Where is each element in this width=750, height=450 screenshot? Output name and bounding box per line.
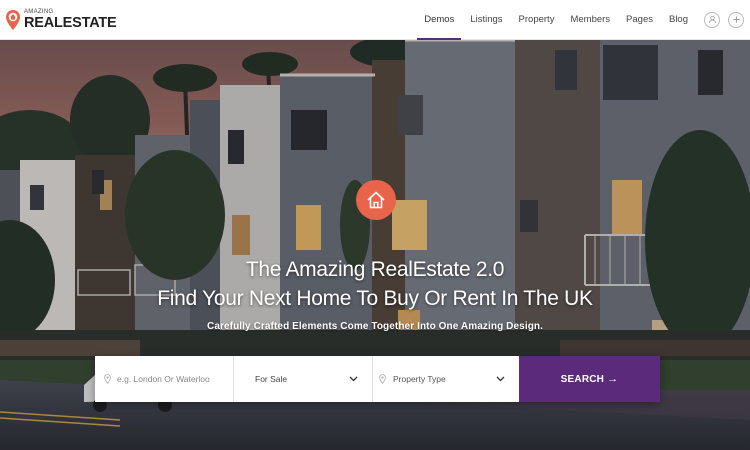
logo-small-text: AMAZING: [24, 8, 54, 15]
nav-item-listings[interactable]: Listings: [462, 0, 510, 40]
site-logo[interactable]: AMAZING REALESTATE: [5, 9, 117, 31]
sale-type-select[interactable]: For Sale: [234, 356, 373, 402]
nav-item-pages[interactable]: Pages: [618, 0, 661, 40]
top-navbar: AMAZING REALESTATE Demos Listings Proper…: [0, 0, 750, 40]
nav-item-property[interactable]: Property: [511, 0, 563, 40]
chevron-down-icon: [496, 376, 505, 382]
property-search-bar: For Sale Property Type SEARCH →: [95, 356, 660, 402]
sale-type-value: For Sale: [255, 374, 288, 384]
search-button[interactable]: SEARCH →: [519, 356, 660, 402]
nav-item-demos[interactable]: Demos: [416, 0, 462, 40]
logo-big-text: REALESTATE: [24, 14, 117, 31]
location-input[interactable]: [117, 374, 227, 384]
hero-title-line1: The Amazing RealEstate 2.0: [245, 258, 505, 281]
location-field[interactable]: [95, 356, 234, 402]
user-icon: [708, 15, 716, 24]
user-account-button[interactable]: [704, 11, 720, 28]
main-nav: Demos Listings Property Members Pages Bl…: [416, 0, 744, 40]
logo-pin-icon: [6, 9, 20, 30]
chevron-down-icon: [349, 376, 358, 382]
location-pin-icon: [104, 374, 111, 384]
home-icon: [367, 191, 385, 209]
hero-subtitle: Carefully Crafted Elements Come Together…: [207, 321, 543, 332]
hero-title-line2: Find Your Next Home To Buy Or Rent In Th…: [157, 287, 593, 310]
arrow-right-icon: →: [607, 373, 619, 385]
search-button-label: SEARCH: [560, 373, 605, 385]
hero-section: The Amazing RealEstate 2.0 Find Your Nex…: [0, 40, 750, 450]
location-pin-icon: [379, 374, 386, 384]
nav-icon-group: [696, 0, 744, 40]
nav-item-members[interactable]: Members: [562, 0, 618, 40]
property-type-value: Property Type: [393, 374, 446, 384]
property-type-select[interactable]: Property Type: [373, 356, 519, 402]
nav-item-blog[interactable]: Blog: [661, 0, 696, 40]
plus-icon: [732, 16, 740, 23]
logo-text: AMAZING REALESTATE: [24, 9, 117, 31]
home-badge: [356, 180, 396, 220]
add-listing-button[interactable]: [728, 11, 744, 28]
